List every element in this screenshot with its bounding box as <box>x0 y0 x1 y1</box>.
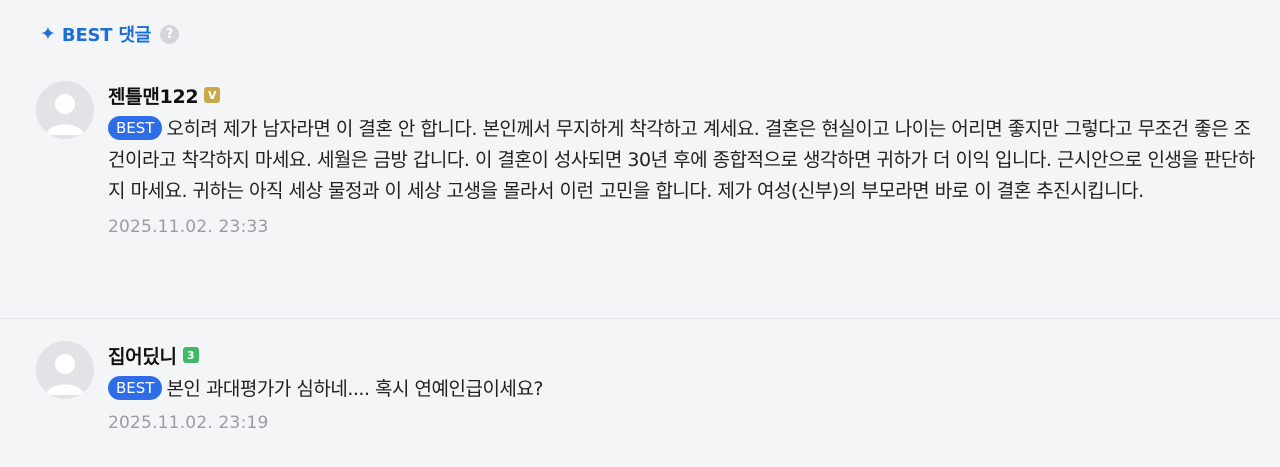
comment-content: 오히려 제가 남자라면 이 결혼 안 합니다. 본인께서 무지하게 착각하고 계… <box>108 118 1255 202</box>
comment-text: BEST 본인 과대평가가 심하네.... 혹시 연예인급이세요? <box>108 374 1262 405</box>
comment-item: 젠틀맨122 V BEST 오히려 제가 남자라면 이 결혼 안 합니다. 본인께… <box>0 72 1280 318</box>
help-icon[interactable]: ? <box>160 24 180 44</box>
comment-body: 집어딨니 3 BEST 본인 과대평가가 심하네.... 혹시 연예인급이세요? … <box>108 342 1262 433</box>
default-avatar-icon <box>36 341 94 399</box>
avatar[interactable] <box>36 81 94 139</box>
level-badge-icon: 3 <box>182 347 199 363</box>
comment-body: 젠틀맨122 V BEST 오히려 제가 남자라면 이 결혼 안 합니다. 본인께… <box>108 82 1262 237</box>
author-row: 젠틀맨122 V <box>108 82 1262 108</box>
author-nickname[interactable]: 집어딨니 <box>108 342 177 369</box>
best-badge: BEST <box>108 376 163 400</box>
best-comments-header: ✦ BEST 댓글 ? <box>40 20 180 48</box>
sparkle-icon: ✦ <box>40 22 56 45</box>
comment-content: 본인 과대평가가 심하네.... 혹시 연예인급이세요? <box>166 378 543 400</box>
default-avatar-icon <box>36 81 94 139</box>
comment-item: 집어딨니 3 BEST 본인 과대평가가 심하네.... 혹시 연예인급이세요? … <box>0 319 1280 467</box>
level-badge-icon: V <box>204 87 221 103</box>
comment-timestamp: 2025.11.02. 23:19 <box>108 413 269 433</box>
author-row: 집어딨니 3 <box>108 342 1262 368</box>
avatar[interactable] <box>36 341 94 399</box>
comment-timestamp: 2025.11.02. 23:33 <box>108 217 269 237</box>
comment-text: BEST 오히려 제가 남자라면 이 결혼 안 합니다. 본인께서 무지하게 착각… <box>108 114 1262 207</box>
best-badge: BEST <box>108 116 163 140</box>
author-nickname[interactable]: 젠틀맨122 <box>108 82 199 109</box>
section-title: BEST 댓글 <box>61 25 152 46</box>
